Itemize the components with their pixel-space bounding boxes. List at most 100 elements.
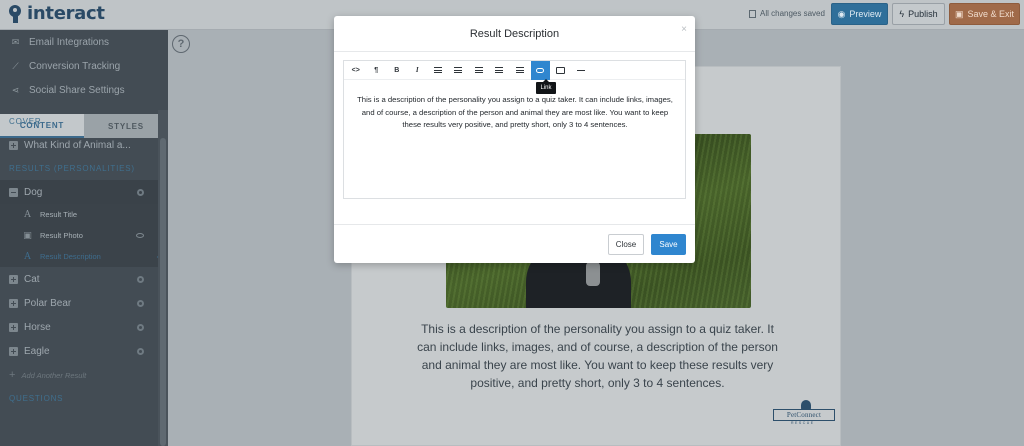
sidebar-item-label: Conversion Tracking: [29, 60, 121, 72]
sub-item-label: Result Photo: [40, 231, 83, 240]
modal-title: Result Description: [334, 16, 695, 52]
indent-icon[interactable]: [490, 61, 510, 80]
eye-icon[interactable]: [136, 233, 144, 238]
sidebar-item-label: Social Share Settings: [29, 84, 125, 96]
result-description-preview: This is a description of the personality…: [417, 322, 778, 390]
expand-icon[interactable]: [9, 346, 18, 356]
sub-item-result-description[interactable]: A Result Description: [0, 246, 162, 267]
result-item-dog[interactable]: Dog: [0, 180, 158, 204]
preview-button[interactable]: ◉ Preview: [831, 3, 888, 25]
sidebar-item-email-integrations[interactable]: ✉ Email Integrations: [0, 30, 168, 54]
list-lines: [495, 67, 504, 73]
result-label: Eagle: [24, 345, 50, 357]
save-status: All changes saved: [749, 9, 825, 18]
eye-icon: ◉: [837, 8, 846, 19]
result-label: Horse: [24, 321, 51, 333]
gear-icon[interactable]: [137, 275, 144, 283]
text-icon: A: [24, 209, 31, 220]
expand-icon[interactable]: [9, 274, 18, 284]
sub-item-label: Result Title: [40, 210, 78, 219]
publish-button[interactable]: ϟ Publish: [892, 3, 945, 25]
gear-icon[interactable]: [137, 323, 144, 331]
chart-line-icon: ⟋: [12, 60, 19, 71]
result-item-polar-bear[interactable]: Polar Bear: [0, 291, 158, 315]
gear-icon[interactable]: [137, 299, 144, 307]
result-label: Dog: [24, 186, 43, 198]
text-icon: A: [24, 251, 31, 262]
interact-logo[interactable]: interact: [8, 3, 105, 24]
chain-glyph: [536, 67, 545, 73]
plus-icon: +: [9, 369, 16, 381]
sub-item-result-title[interactable]: A Result Title: [0, 204, 158, 225]
outdent-icon[interactable]: [469, 61, 489, 80]
rule-glyph: [577, 69, 586, 71]
result-description-modal: Result Description × <> ¶ B I Link This …: [334, 16, 695, 263]
sub-item-result-photo[interactable]: ▣ Result Photo: [0, 225, 158, 246]
modal-footer: Close Save: [334, 224, 695, 263]
logo-icon: [9, 4, 21, 23]
save-icon: ▣: [954, 8, 964, 19]
close-button[interactable]: Close: [608, 234, 644, 255]
result-item-horse[interactable]: Horse: [0, 315, 158, 339]
result-item-cat[interactable]: Cat: [0, 267, 158, 291]
save-button[interactable]: Save: [651, 234, 686, 255]
cover-section-heading: COVER: [9, 117, 42, 126]
sidebar-item-social-share[interactable]: ⋖ Social Share Settings: [0, 78, 168, 102]
bold-icon[interactable]: B: [387, 61, 407, 80]
picture-glyph: [556, 66, 566, 74]
add-result-label: Add Another Result: [21, 370, 87, 380]
ordered-list-icon[interactable]: [449, 61, 469, 80]
disk-icon: [749, 9, 756, 18]
share-icon: ⋖: [11, 84, 20, 95]
result-label: Cat: [24, 273, 40, 285]
list-lines: [433, 67, 442, 73]
link-tooltip: Link: [536, 79, 556, 94]
editor-content[interactable]: This is a description of the personality…: [352, 94, 678, 132]
gear-icon[interactable]: [137, 188, 144, 196]
image-icon[interactable]: [551, 61, 571, 80]
horizontal-rule-icon[interactable]: [572, 61, 592, 80]
align-icon[interactable]: [510, 61, 530, 80]
sidebar-item-conversion-tracking[interactable]: ⟋ Conversion Tracking: [0, 54, 168, 78]
publish-label: Publish: [908, 9, 938, 19]
logo-subtext: RESCUE: [791, 421, 815, 425]
save-exit-label: Save & Exit: [967, 9, 1015, 19]
save-exit-button[interactable]: ▣ Save & Exit: [949, 3, 1020, 25]
logo-wordmark: PetConnect: [773, 409, 835, 421]
cover-item-label: What Kind of Animal a...: [24, 139, 131, 151]
list-lines: [474, 67, 483, 73]
italic-icon[interactable]: I: [408, 61, 428, 80]
editor-toolbar: <> ¶ B I: [344, 60, 685, 80]
lightning-icon: ϟ: [899, 9, 905, 19]
result-label: Polar Bear: [24, 297, 72, 309]
sub-item-label: Result Description: [40, 252, 101, 261]
expand-icon[interactable]: [9, 140, 18, 150]
paragraph-icon[interactable]: ¶: [367, 61, 387, 80]
rich-text-editor[interactable]: <> ¶ B I Link This is a description of t…: [343, 60, 686, 199]
save-status-text: All changes saved: [760, 9, 825, 18]
list-lines: [515, 67, 524, 73]
results-section-heading: RESULTS (PERSONALITIES): [9, 164, 135, 173]
questions-section-heading: QUESTIONS: [9, 394, 64, 403]
sidebar-item-label: Email Integrations: [29, 36, 110, 48]
collapse-icon[interactable]: [9, 187, 18, 197]
preview-label: Preview: [849, 9, 882, 19]
close-icon[interactable]: ×: [681, 24, 687, 35]
add-result-button[interactable]: + Add Another Result: [0, 363, 158, 387]
content-tree: COVER What Kind of Animal a... RESULTS (…: [0, 110, 162, 410]
unordered-list-icon[interactable]: [428, 61, 448, 80]
expand-icon[interactable]: [9, 298, 18, 308]
image-icon: ▣: [23, 230, 32, 241]
expand-icon[interactable]: [9, 322, 18, 332]
help-icon[interactable]: ?: [172, 35, 190, 53]
list-lines: [454, 67, 463, 73]
petconnect-logo: PetConnect RESCUE: [773, 400, 835, 425]
sidebar-scrollbar-thumb[interactable]: [160, 138, 166, 446]
envelope-icon: ✉: [11, 36, 20, 47]
link-icon[interactable]: [530, 60, 550, 80]
logo-text: interact: [27, 3, 105, 24]
result-item-eagle[interactable]: Eagle: [0, 339, 158, 363]
cover-item[interactable]: What Kind of Animal a...: [0, 133, 158, 157]
gear-icon[interactable]: [137, 347, 144, 355]
code-view-icon[interactable]: <>: [346, 61, 366, 80]
